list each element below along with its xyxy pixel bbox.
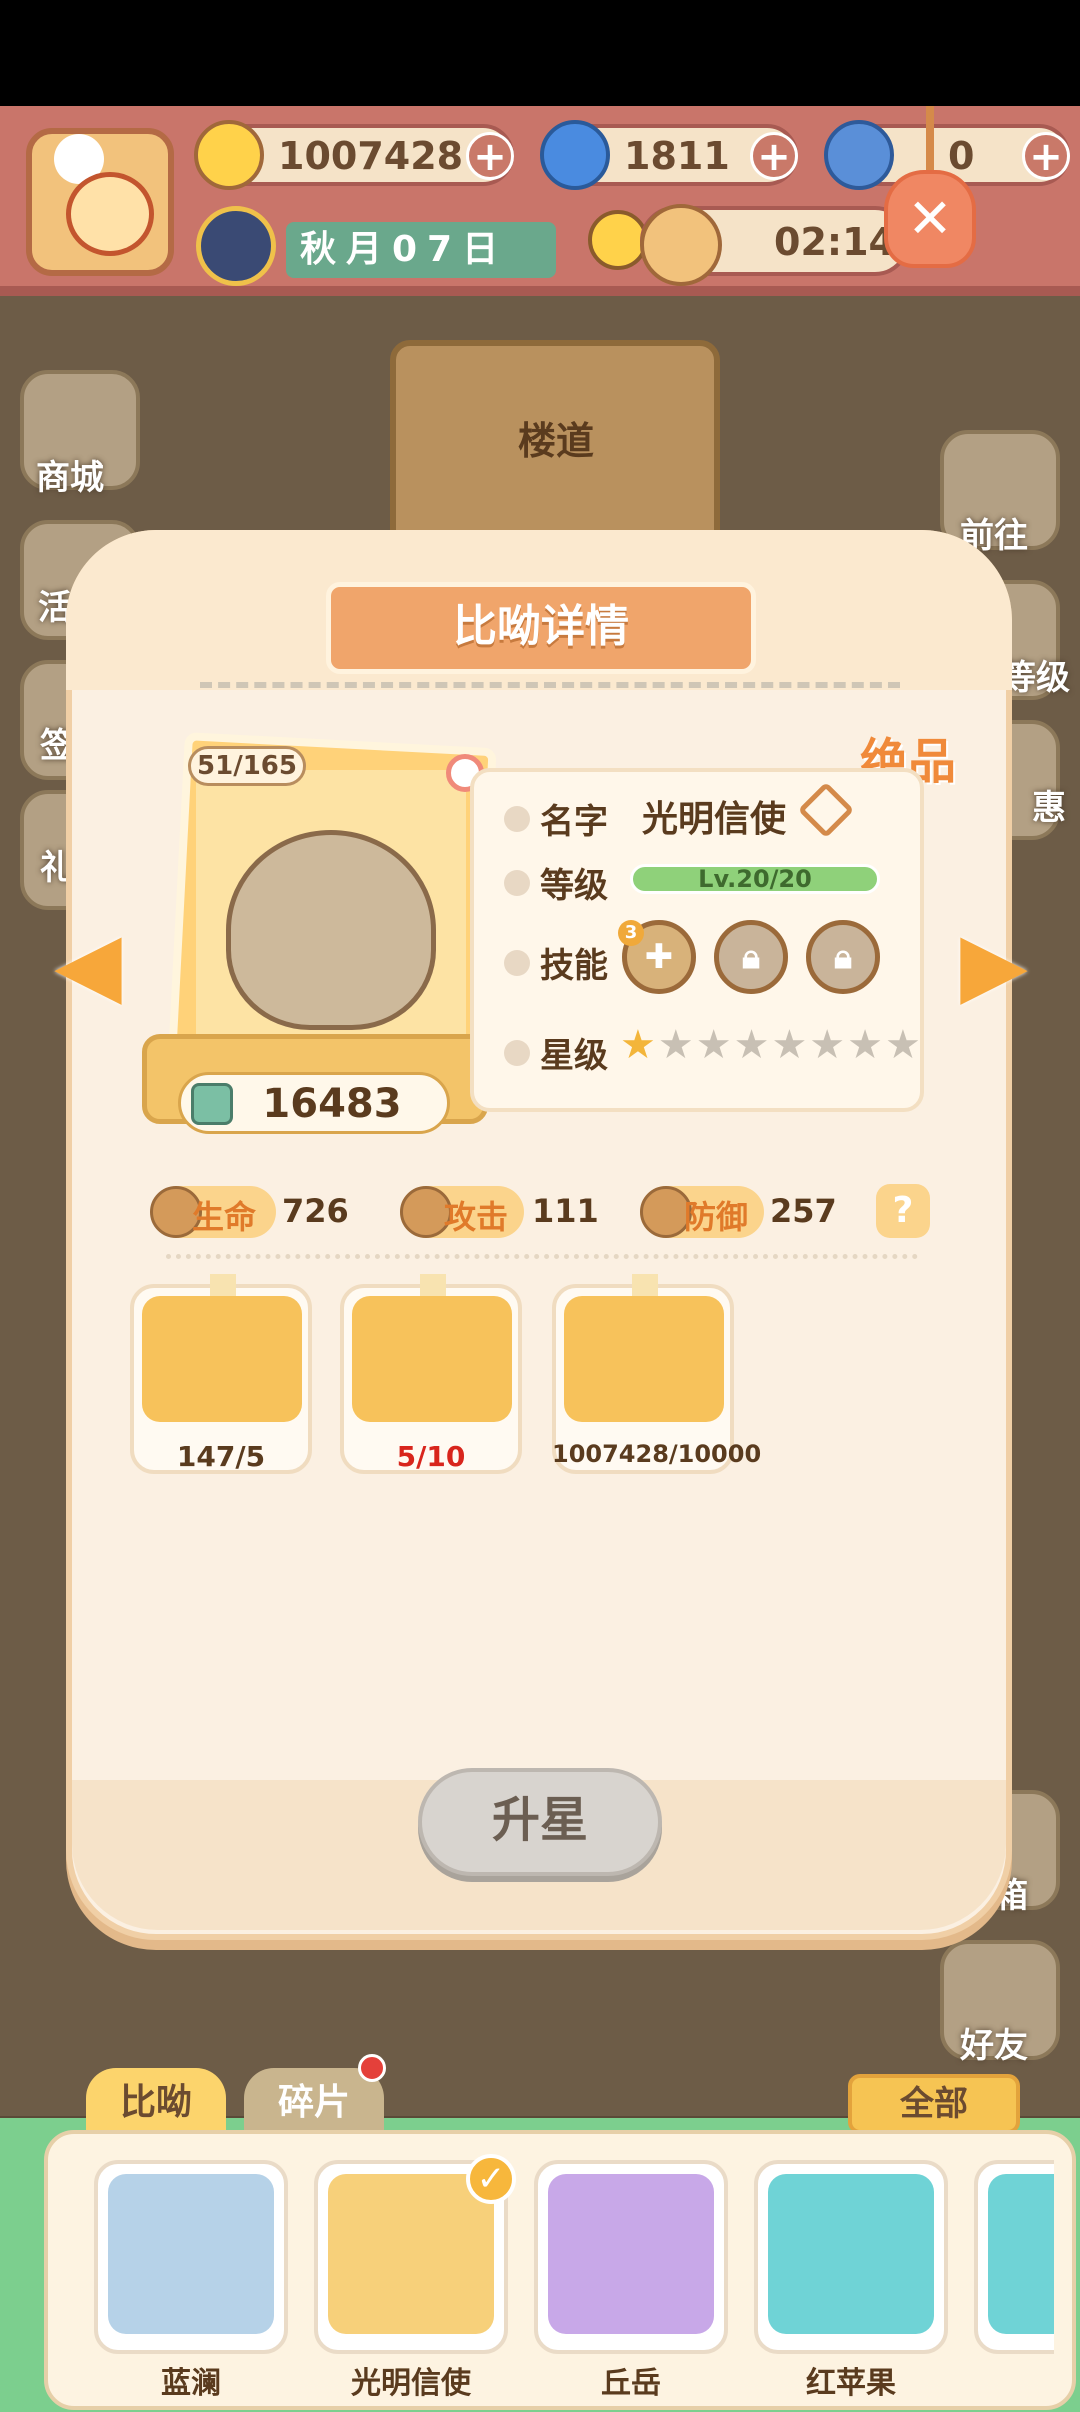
lock-icon: 🔒︎ bbox=[833, 937, 853, 977]
arrow-right-icon: ▶ bbox=[960, 912, 1028, 1015]
friends-label: 好友 bbox=[960, 2026, 1028, 2066]
star-icon: ★ bbox=[695, 1022, 732, 1068]
character-name: 红苹果 bbox=[806, 2366, 896, 2401]
calendar-display: 秋月07日 bbox=[196, 206, 576, 286]
skill-locked-2[interactable]: 🔒︎ bbox=[806, 920, 880, 994]
dotted-divider bbox=[166, 1254, 918, 1259]
lock-icon: 🔒︎ bbox=[741, 937, 761, 977]
character-name: 蓝澜 bbox=[161, 2366, 221, 2401]
banana-resource: 1007428 + bbox=[194, 120, 514, 190]
attack-value: 111 bbox=[532, 1192, 599, 1230]
character-name: 光明信使 bbox=[351, 2366, 471, 2401]
material-banana-count: 1007428/10000 bbox=[552, 1440, 762, 1468]
discount-label: 惠 bbox=[1032, 788, 1066, 828]
character-slot-lanlan[interactable]: 蓝澜 bbox=[94, 2160, 288, 2401]
level-value: Lv.20/20 bbox=[698, 865, 812, 893]
timer-value: 02:14 bbox=[774, 220, 895, 264]
star-icon: ★ bbox=[809, 1022, 846, 1068]
skill-level-badge: 3 bbox=[618, 920, 644, 946]
blue-flame-icon bbox=[540, 120, 610, 190]
flame-plus-button[interactable]: + bbox=[750, 132, 798, 180]
angel-dog-portrait bbox=[226, 830, 436, 1030]
banana-plus-button[interactable]: + bbox=[466, 132, 514, 180]
character-art bbox=[108, 2174, 274, 2334]
skill-locked-1[interactable]: 🔒︎ bbox=[714, 920, 788, 994]
star-icon: ★ bbox=[733, 1022, 770, 1068]
upgrade-star-label: 升星 bbox=[491, 1792, 588, 1848]
name-label: 名字 bbox=[540, 802, 608, 842]
banana-icon bbox=[194, 120, 264, 190]
banana-amount: 1007428 bbox=[278, 134, 464, 178]
selected-check-icon: ✓ bbox=[466, 2154, 516, 2204]
hp-label: 生命 bbox=[192, 1198, 257, 1236]
star-icon: ★ bbox=[885, 1022, 921, 1068]
hanging-rope bbox=[926, 106, 934, 176]
character-art bbox=[328, 2174, 494, 2334]
power-value: 16483 bbox=[262, 1081, 402, 1127]
star-icon: ★ bbox=[657, 1022, 694, 1068]
power-display: 16483 bbox=[178, 1072, 450, 1134]
defense-label: 防御 bbox=[684, 1198, 749, 1236]
defense-value: 257 bbox=[770, 1192, 837, 1230]
paw-icon bbox=[504, 950, 530, 976]
character-slot-hongpingguo[interactable]: 红苹果 bbox=[754, 2160, 948, 2401]
material-fragment-count: 5/10 bbox=[396, 1440, 466, 1473]
level-label: 等级 bbox=[540, 866, 608, 906]
sleeping-cat-icon bbox=[640, 204, 722, 286]
notification-dot bbox=[358, 2054, 386, 2082]
night-moon-icon bbox=[588, 210, 648, 270]
help-button[interactable]: ? bbox=[876, 1184, 930, 1238]
character-slot-qiuyue[interactable]: 丘岳 bbox=[534, 2160, 728, 2401]
star-icon: ★ bbox=[620, 1022, 656, 1068]
character-name: 光明信使 bbox=[642, 799, 787, 840]
star-icon: ★ bbox=[847, 1022, 884, 1068]
material-statue-count: 147/5 bbox=[176, 1440, 266, 1473]
stars-label: 星级 bbox=[540, 1036, 608, 1076]
statue-icon bbox=[142, 1296, 302, 1422]
close-button[interactable]: ✕ bbox=[884, 106, 976, 271]
screen: 楼道 商城 活 签 礼 前往 等级 惠 邮箱 好友 1007428 + 1811… bbox=[0, 0, 1080, 2412]
paw-icon bbox=[504, 806, 530, 832]
banana-icon bbox=[564, 1296, 724, 1422]
flame-resource: 1811 + bbox=[540, 120, 798, 190]
close-icon: ✕ bbox=[907, 187, 953, 250]
arrow-left-icon: ◀ bbox=[54, 912, 122, 1015]
blue-banana-plus-button[interactable]: + bbox=[1022, 132, 1070, 180]
character-art bbox=[548, 2174, 714, 2334]
shop-label: 商城 bbox=[36, 458, 104, 498]
level-side-label: 等级 bbox=[1002, 658, 1070, 698]
paw-icon bbox=[504, 1040, 530, 1066]
attack-label: 攻击 bbox=[444, 1198, 509, 1236]
skills-label: 技能 bbox=[540, 946, 608, 986]
hall-label: 楼道 bbox=[518, 419, 595, 463]
star-rating: ★ ★ ★ ★ ★ ★ ★ ★ bbox=[620, 1022, 921, 1068]
hp-value: 726 bbox=[282, 1192, 349, 1230]
collection-counter: 51/165 bbox=[188, 746, 306, 786]
status-bar bbox=[0, 0, 1080, 106]
dashed-divider bbox=[200, 682, 900, 688]
character-art bbox=[768, 2174, 934, 2334]
character-art bbox=[988, 2174, 1054, 2334]
fragment-icon bbox=[352, 1296, 512, 1422]
character-name: 丘岳 bbox=[601, 2366, 661, 2401]
panel-title: 比呦详情 bbox=[453, 601, 629, 652]
paw-icon bbox=[504, 870, 530, 896]
season-dial-icon bbox=[196, 206, 276, 286]
previous-arrow-button[interactable]: ◀ bbox=[34, 916, 142, 1012]
next-arrow-button[interactable]: ▶ bbox=[940, 916, 1048, 1012]
filter-all-button[interactable]: 全部 bbox=[848, 2074, 1020, 2134]
calendar-date: 秋月07日 bbox=[286, 222, 556, 278]
star-icon: ★ bbox=[771, 1022, 808, 1068]
character-slot-partial[interactable] bbox=[974, 2160, 1054, 2382]
cat-face-icon bbox=[66, 172, 154, 256]
flame-amount: 1811 bbox=[624, 134, 730, 178]
player-avatar[interactable] bbox=[26, 128, 174, 276]
timer-display: 02:14 bbox=[640, 204, 910, 286]
